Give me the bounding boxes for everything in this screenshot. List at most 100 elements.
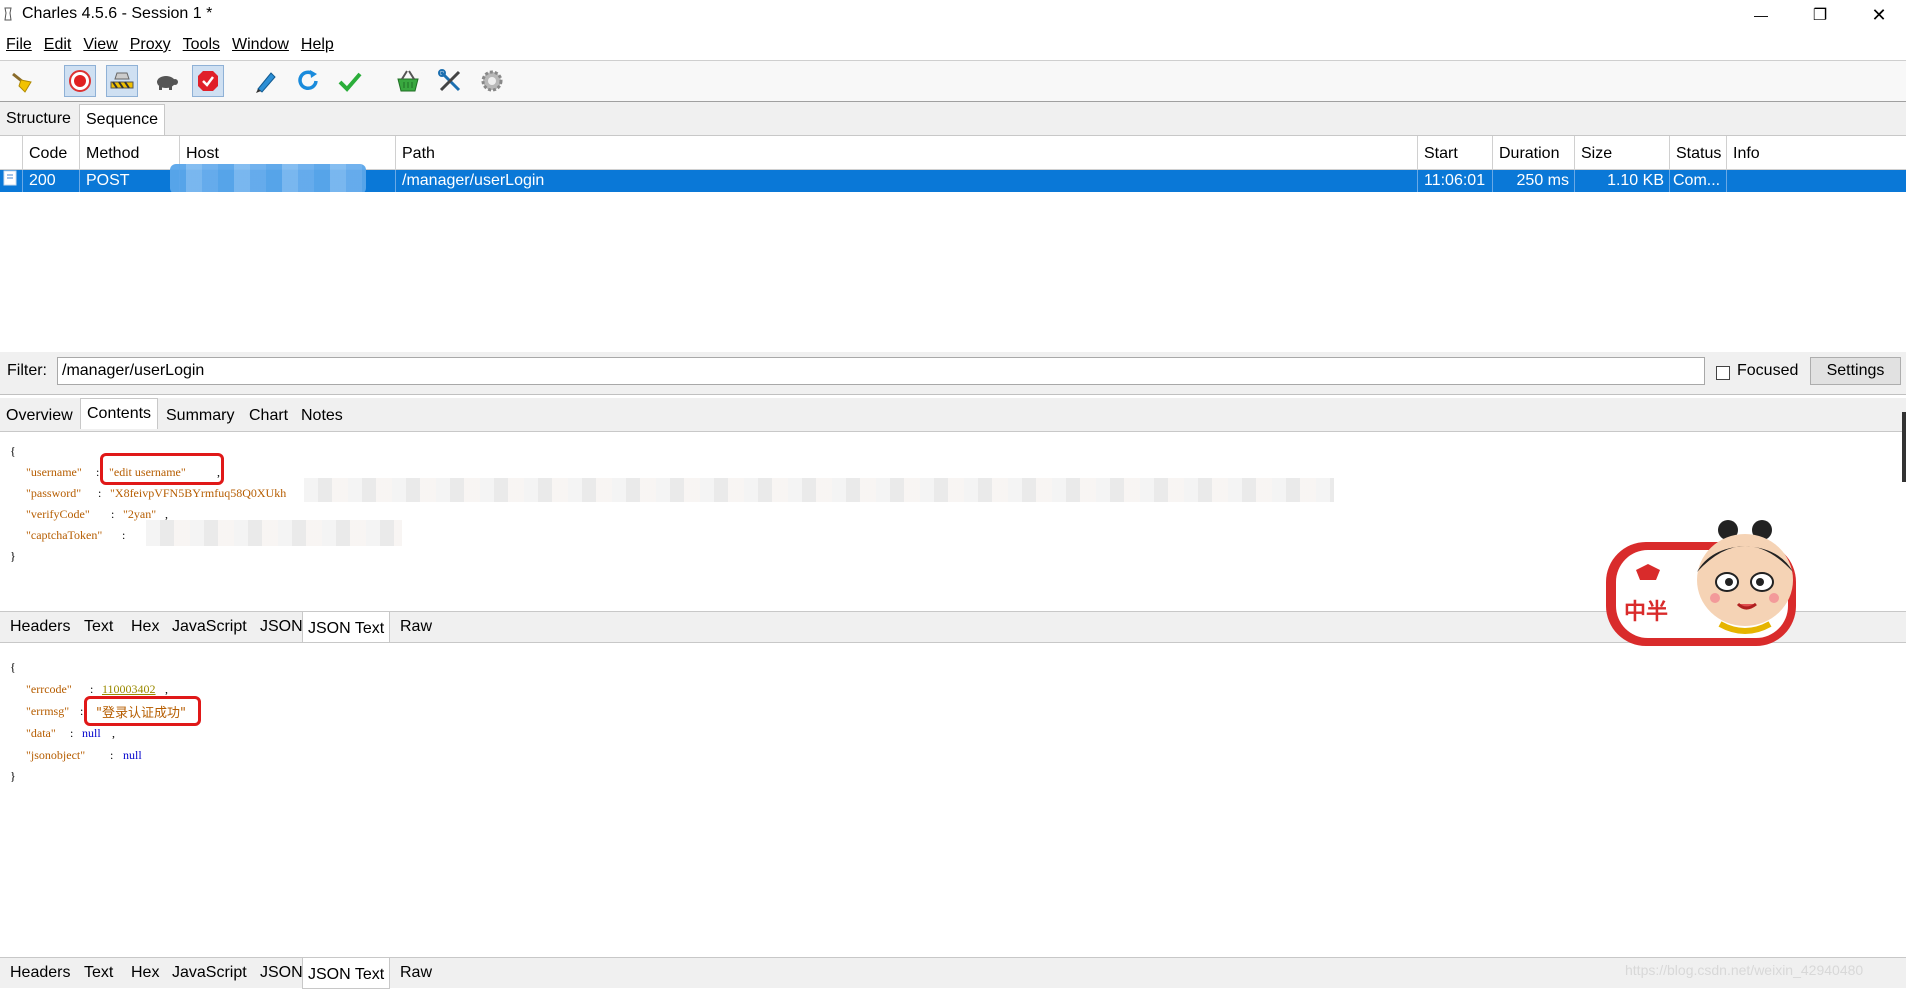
response-data-key: "data" bbox=[26, 726, 56, 740]
throttle-button[interactable] bbox=[106, 65, 138, 97]
tab-structure[interactable]: Structure bbox=[0, 104, 77, 134]
cartoon-girl-icon bbox=[1606, 520, 1796, 646]
request-verifycode-key: "verifyCode" bbox=[26, 507, 90, 521]
response-body-pane[interactable]: { "errcode" : 110003402 , "errmsg" : "登录… bbox=[2, 648, 1902, 958]
header-size[interactable]: Size bbox=[1575, 136, 1670, 169]
validate-button[interactable] bbox=[334, 65, 366, 97]
request-tab-raw[interactable]: Raw bbox=[395, 614, 437, 640]
filter-input[interactable] bbox=[57, 357, 1705, 385]
request-tab-javascript[interactable]: JavaScript bbox=[167, 614, 252, 640]
request-close-brace: } bbox=[10, 549, 16, 563]
response-tab-hex[interactable]: Hex bbox=[126, 960, 164, 986]
tools-button[interactable] bbox=[434, 65, 466, 97]
turtle-icon bbox=[157, 76, 178, 90]
tab-sequence[interactable]: Sequence bbox=[79, 104, 166, 135]
validate-check-icon bbox=[338, 72, 362, 92]
cell-status: Com... bbox=[1670, 170, 1727, 192]
redacted-host-blur bbox=[170, 164, 366, 194]
cell-code: 200 bbox=[23, 170, 80, 192]
menu-view[interactable]: View bbox=[83, 36, 117, 54]
filter-settings-button[interactable]: Settings bbox=[1810, 357, 1901, 385]
response-tab-raw[interactable]: Raw bbox=[395, 960, 437, 986]
response-jsonobject-key: "jsonobject" bbox=[26, 748, 86, 762]
response-errmsg-key: "errmsg" bbox=[26, 704, 70, 718]
request-password-key: "password" bbox=[26, 486, 82, 500]
header-duration[interactable]: Duration bbox=[1493, 136, 1575, 169]
title-bar: Charles 4.5.6 - Session 1 * — ❐ ✕ bbox=[0, 0, 1906, 30]
response-tab-text[interactable]: Text bbox=[79, 960, 118, 986]
header-info[interactable]: Info bbox=[1727, 136, 1906, 169]
request-captcha-key: "captchaToken" bbox=[26, 528, 103, 542]
compose-pen-icon bbox=[256, 72, 276, 93]
tab-overview[interactable]: Overview bbox=[0, 401, 79, 431]
minimize-button[interactable]: — bbox=[1738, 0, 1784, 30]
header-code[interactable]: Code bbox=[23, 136, 80, 169]
response-tab-headers[interactable]: Headers bbox=[5, 960, 75, 986]
breakpoint-icon bbox=[198, 71, 218, 91]
menu-file[interactable]: File bbox=[6, 36, 32, 54]
basket-icon bbox=[397, 70, 419, 92]
toolbar bbox=[0, 60, 1906, 102]
menu-window[interactable]: Window bbox=[232, 36, 289, 54]
request-doc-icon bbox=[0, 170, 23, 192]
cartoon-sticker: 中半 bbox=[1600, 520, 1800, 650]
response-view-tabs: Headers Text Hex JavaScript JSON JSON Te… bbox=[0, 957, 1906, 989]
header-method[interactable]: Method bbox=[80, 136, 180, 169]
response-data-value: null bbox=[82, 726, 101, 740]
response-close-brace: } bbox=[10, 769, 16, 783]
close-icon: ✕ bbox=[1871, 4, 1887, 25]
username-highlight-box bbox=[100, 453, 224, 485]
cell-method: POST bbox=[80, 170, 180, 192]
request-scrollbar[interactable] bbox=[1902, 412, 1906, 482]
tab-contents[interactable]: Contents bbox=[80, 398, 159, 429]
restore-button[interactable]: ❐ bbox=[1797, 0, 1843, 30]
request-password-value: "X8feivpVFN5BYrmfuq58Q0XUkh bbox=[110, 486, 287, 500]
compose-button[interactable] bbox=[250, 65, 282, 97]
cell-start: 11:06:01 bbox=[1418, 170, 1493, 192]
response-errcode-key: "errcode" bbox=[26, 682, 72, 696]
sticker-text: 中半 bbox=[1624, 600, 1669, 625]
close-window-button[interactable]: ✕ bbox=[1856, 0, 1902, 30]
focused-checkbox[interactable] bbox=[1716, 366, 1730, 380]
request-tab-text[interactable]: Text bbox=[79, 614, 118, 640]
breakpoints-toggle[interactable] bbox=[150, 65, 182, 97]
header-start[interactable]: Start bbox=[1418, 136, 1493, 169]
shopping-basket-button[interactable] bbox=[392, 65, 424, 97]
request-tab-hex[interactable]: Hex bbox=[126, 614, 164, 640]
request-tab-json[interactable]: JSON bbox=[255, 614, 308, 640]
menu-edit[interactable]: Edit bbox=[44, 36, 72, 54]
watermark: https://blog.csdn.net/weixin_42940480 bbox=[1625, 962, 1864, 978]
filter-label: Filter: bbox=[7, 362, 47, 379]
header-status[interactable]: Status bbox=[1670, 136, 1727, 169]
menu-tools[interactable]: Tools bbox=[183, 36, 220, 54]
response-tab-json-text[interactable]: JSON Text bbox=[302, 958, 391, 989]
request-username-key: "username" bbox=[26, 465, 82, 479]
breakpoint-button[interactable] bbox=[192, 65, 224, 97]
request-tab-headers[interactable]: Headers bbox=[5, 614, 75, 640]
cell-path: /manager/userLogin bbox=[396, 170, 1418, 192]
detail-tabs: Overview Contents Summary Chart Notes bbox=[0, 398, 1906, 432]
clear-session-button[interactable] bbox=[6, 65, 38, 97]
tab-summary[interactable]: Summary bbox=[160, 401, 240, 431]
menu-help[interactable]: Help bbox=[301, 36, 334, 54]
settings-button[interactable] bbox=[476, 65, 508, 97]
tab-chart[interactable]: Chart bbox=[243, 401, 294, 431]
response-open-brace: { bbox=[10, 660, 16, 674]
header-path[interactable]: Path bbox=[396, 136, 1418, 169]
menu-proxy[interactable]: Proxy bbox=[130, 36, 171, 54]
view-tabs: Structure Sequence bbox=[0, 102, 1906, 136]
broom-icon bbox=[12, 72, 32, 93]
redacted-password-blur bbox=[304, 478, 1334, 502]
response-tab-json[interactable]: JSON bbox=[255, 960, 308, 986]
throttle-icon bbox=[110, 72, 134, 89]
focused-label[interactable]: Focused bbox=[1737, 362, 1798, 380]
cell-size: 1.10 KB bbox=[1575, 170, 1670, 192]
repeat-button[interactable] bbox=[292, 65, 324, 97]
record-icon bbox=[69, 70, 91, 92]
menu-bar: File Edit View Proxy Tools Window Help bbox=[0, 32, 1906, 58]
request-tab-json-text[interactable]: JSON Text bbox=[302, 612, 391, 643]
tab-notes[interactable]: Notes bbox=[295, 401, 349, 431]
cell-duration: 250 ms bbox=[1493, 170, 1575, 192]
response-tab-javascript[interactable]: JavaScript bbox=[167, 960, 252, 986]
record-button[interactable] bbox=[64, 65, 96, 97]
